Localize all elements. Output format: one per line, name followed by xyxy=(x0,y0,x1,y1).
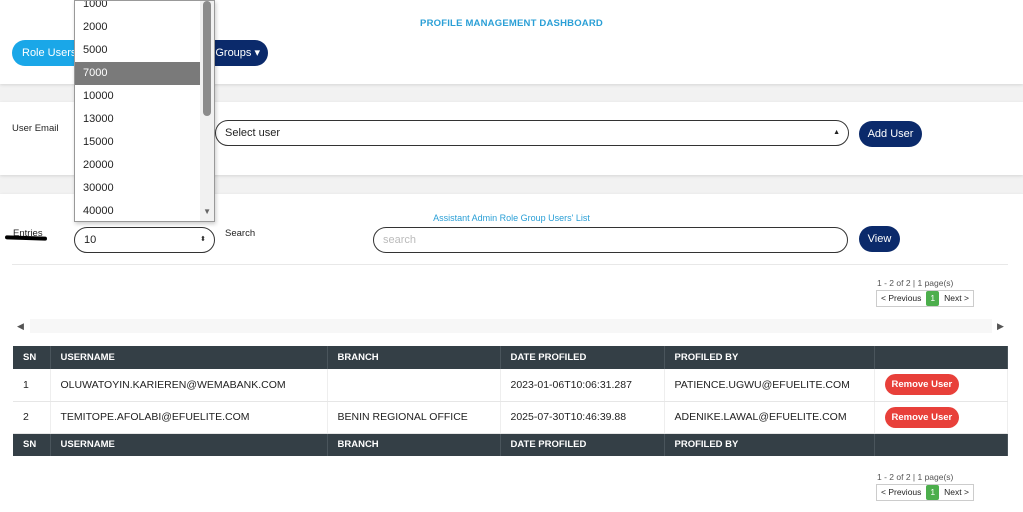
user-email-label: User Email xyxy=(12,123,59,134)
dropdown-option[interactable]: 2000 xyxy=(75,16,200,39)
previous-page-button[interactable]: < Previous xyxy=(877,291,925,306)
user-select-value: Select user xyxy=(225,127,281,139)
page-1-button[interactable]: 1 xyxy=(926,291,940,306)
column-footer-username: USERNAME xyxy=(50,433,328,456)
dropdown-option[interactable]: 15000 xyxy=(75,131,200,154)
column-footer-action xyxy=(874,433,1008,456)
previous-page-button[interactable]: < Previous xyxy=(877,485,925,500)
dropdown-option[interactable]: 30000 xyxy=(75,177,200,200)
cell-profiled-by: ADENIKE.LAWAL@EFUELITE.COM xyxy=(664,401,875,434)
scroll-right-icon[interactable]: ▶ xyxy=(997,321,1004,332)
search-input[interactable] xyxy=(373,227,848,253)
pagination-info: 1 - 2 of 2 | 1 page(s) xyxy=(877,472,954,482)
cell-username: OLUWATOYIN.KARIEREN@WEMABANK.COM xyxy=(50,369,328,402)
cell-date: 2025-07-30T10:46:39.88 xyxy=(500,401,665,434)
scroll-down-icon[interactable]: ▼ xyxy=(203,207,211,216)
horizontal-scrollbar[interactable] xyxy=(30,319,992,333)
select-arrows-icon: ▲ xyxy=(833,129,840,136)
column-footer-date-profiled: DATE PROFILED xyxy=(500,433,665,456)
divider xyxy=(12,264,1008,265)
dropdown-scroll-thumb[interactable] xyxy=(203,1,211,116)
select-arrows-icon: ⬍ xyxy=(200,236,206,243)
column-footer-profiled-by: PROFILED BY xyxy=(664,433,875,456)
pagination: < Previous 1 Next > xyxy=(876,290,974,307)
remove-user-button[interactable]: Remove User xyxy=(884,374,960,396)
cell-date: 2023-01-06T10:06:31.287 xyxy=(500,369,665,402)
cell-username: TEMITOPE.AFOLABI@EFUELITE.COM xyxy=(50,401,328,434)
dropdown-option[interactable]: 40000 xyxy=(75,200,200,221)
cell-sn: 2 xyxy=(13,401,51,434)
next-page-button[interactable]: Next > xyxy=(940,291,973,306)
next-page-button[interactable]: Next > xyxy=(940,485,973,500)
table-row: 2 TEMITOPE.AFOLABI@EFUELITE.COM BENIN RE… xyxy=(13,401,1008,434)
column-header-profiled-by: PROFILED BY xyxy=(664,346,875,369)
column-header-branch: BRANCH xyxy=(327,346,501,369)
entries-select-value: 10 xyxy=(84,234,97,246)
page-1-button[interactable]: 1 xyxy=(926,485,940,500)
dropdown-option[interactable]: 1000 xyxy=(75,1,200,16)
add-user-button[interactable]: Add User xyxy=(859,121,922,147)
user-select[interactable]: Select user ▲ xyxy=(215,120,849,146)
entries-dropdown-list[interactable]: 40000 30000 20000 15000 13000 10000 7000 5000 20… xyxy=(74,0,215,222)
remove-user-button[interactable]: Remove User xyxy=(884,406,960,428)
dropdown-option[interactable]: 7000 xyxy=(75,62,200,85)
cell-profiled-by: PATIENCE.UGWU@EFUELITE.COM xyxy=(664,369,875,402)
dropdown-option[interactable]: 20000 xyxy=(75,154,200,177)
view-button[interactable]: View xyxy=(859,226,900,252)
dropdown-option[interactable]: 13000 xyxy=(75,108,200,131)
dropdown-option[interactable]: 10000 xyxy=(75,85,200,108)
cell-branch xyxy=(327,369,501,402)
column-footer-sn: SN xyxy=(13,433,51,456)
column-footer-branch: BRANCH xyxy=(327,433,501,456)
pagination: < Previous 1 Next > xyxy=(876,484,974,501)
scroll-left-icon[interactable]: ◀ xyxy=(17,321,24,332)
column-header-username: USERNAME xyxy=(50,346,328,369)
search-label: Search xyxy=(225,228,256,239)
table-header-row: SN USERNAME BRANCH DATE PROFILED PROFILE… xyxy=(13,346,1008,369)
cell-sn: 1 xyxy=(13,369,51,402)
column-header-sn: SN xyxy=(13,346,51,369)
dropdown-option[interactable]: 5000 xyxy=(75,39,200,62)
table-footer-row: SN USERNAME BRANCH DATE PROFILED PROFILE… xyxy=(13,433,1008,456)
cell-action: Remove User xyxy=(874,369,1008,402)
cell-branch: BENIN REGIONAL OFFICE xyxy=(327,401,501,434)
column-header-action xyxy=(874,346,1008,369)
cell-action: Remove User xyxy=(874,401,1008,434)
users-table: SN USERNAME BRANCH DATE PROFILED PROFILE… xyxy=(13,346,1008,456)
entries-select[interactable]: 10 ⬍ xyxy=(74,227,215,253)
column-header-date-profiled: DATE PROFILED xyxy=(500,346,665,369)
table-row: 1 OLUWATOYIN.KARIEREN@WEMABANK.COM 2023-… xyxy=(13,369,1008,402)
pagination-info: 1 - 2 of 2 | 1 page(s) xyxy=(877,278,954,288)
